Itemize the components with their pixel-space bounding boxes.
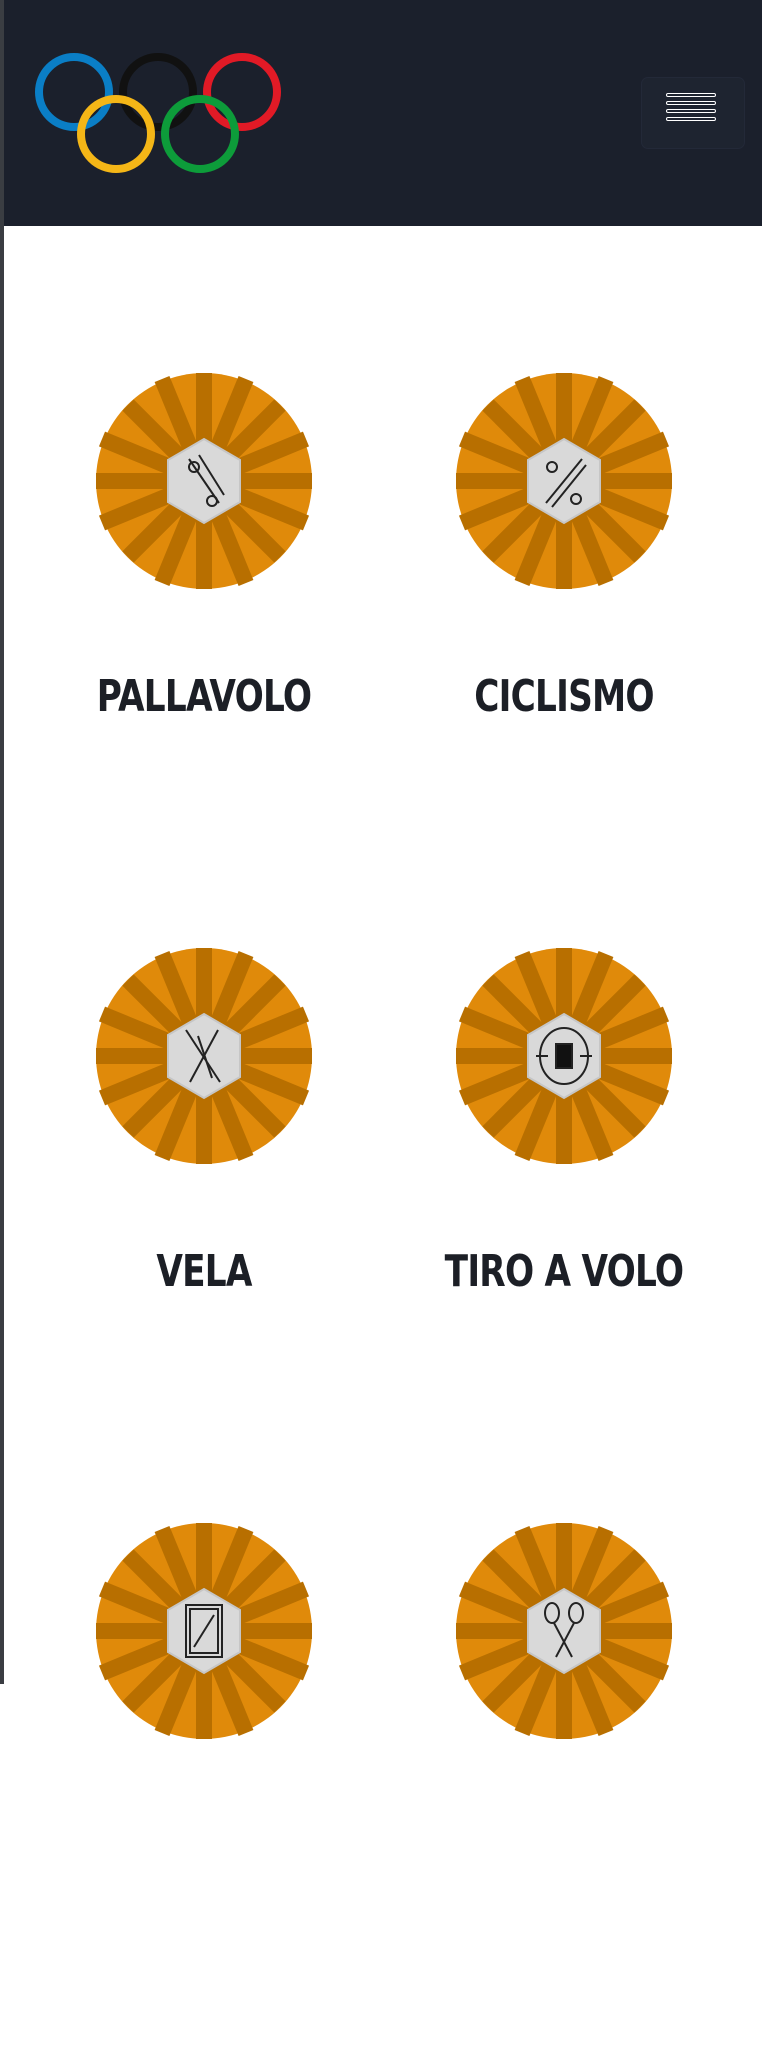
blue-ring bbox=[35, 53, 113, 131]
sport-label-vela: VELA bbox=[156, 1246, 252, 1297]
sport-label-tiro-a-volo: TIRO A VOLO bbox=[444, 1246, 684, 1297]
sport-tile-ciclismo[interactable]: CICLISMO bbox=[364, 371, 724, 911]
red-ring bbox=[203, 53, 281, 131]
volleyball-pictogram-icon bbox=[96, 373, 312, 589]
cycling-pictogram-icon bbox=[456, 373, 672, 589]
sailing-pictogram-icon bbox=[96, 948, 312, 1164]
frame-pictogram-icon bbox=[96, 1523, 312, 1739]
olympic-rings-logo[interactable] bbox=[34, 52, 302, 176]
sport-label-ciclismo: CICLISMO bbox=[474, 671, 654, 722]
sport-tile-tiro-a-volo[interactable]: TIRO A VOLO bbox=[364, 946, 724, 1486]
sport-tile-pallavolo[interactable]: PALLAVOLO bbox=[4, 371, 364, 911]
green-ring bbox=[161, 95, 239, 173]
yellow-ring bbox=[77, 95, 155, 173]
sport-tile-vela[interactable]: VELA bbox=[4, 946, 364, 1486]
top-header bbox=[4, 0, 762, 226]
hamburger-menu-icon bbox=[666, 93, 716, 125]
menu-button[interactable] bbox=[642, 78, 744, 148]
sport-tile-5[interactable] bbox=[4, 1521, 364, 2061]
sport-tile-6[interactable] bbox=[364, 1521, 724, 2061]
racket-pictogram-icon bbox=[456, 1523, 672, 1739]
black-ring bbox=[119, 53, 197, 131]
sport-label-pallavolo: PALLAVOLO bbox=[96, 671, 312, 722]
shooting-pictogram-icon bbox=[456, 948, 672, 1164]
